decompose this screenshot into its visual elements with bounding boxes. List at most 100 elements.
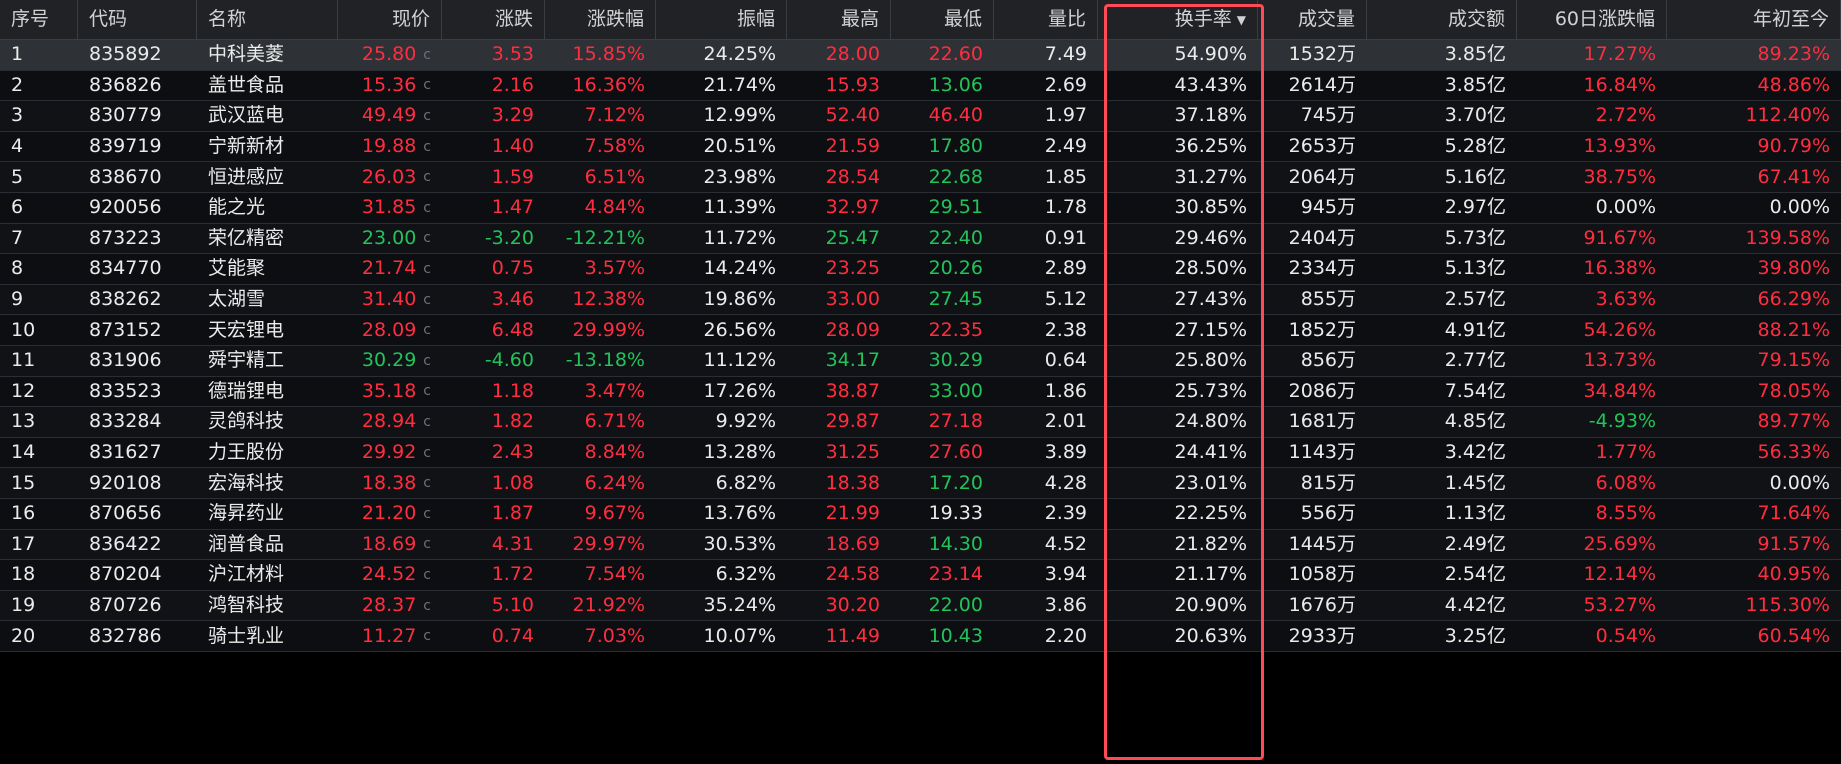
- table-row[interactable]: 3 830779 武汉蓝电 49.49 c 3.29 7.12% 12.99% 52.40 46.…: [0, 101, 1841, 132]
- cell-value: 28.50%: [1174, 257, 1247, 280]
- cell-value: 2.38: [1044, 318, 1087, 341]
- table-row[interactable]: 11 831906 舜宇精工 30.29 c -4.60 -13.18% 11.12% 34.1…: [0, 346, 1841, 377]
- cell-seq: 7: [0, 224, 78, 254]
- cell-value: 29.51: [928, 196, 983, 219]
- cell-price: 18.69 c: [338, 530, 442, 560]
- price-suffix: c: [423, 536, 431, 553]
- cell-value: 1.59: [491, 165, 534, 188]
- cell-value: 839719: [89, 135, 162, 158]
- cell-value: 21.92%: [572, 594, 645, 617]
- cell-value: 13: [11, 410, 36, 433]
- table-row[interactable]: 12 833523 德瑞锂电 35.18 c 1.18 3.47% 17.26% 38.87 33…: [0, 376, 1841, 408]
- table-row[interactable]: 2 836826 盖世食品 15.36 c 2.16 16.36% 21.74% 15.93 13…: [0, 70, 1841, 102]
- column-header-low[interactable]: 最低: [891, 0, 994, 39]
- cell-high: 28.00: [787, 40, 891, 70]
- cell-low: 27.45: [891, 285, 994, 315]
- cell-price: 31.40 c: [338, 285, 442, 315]
- cell-value: 53.27%: [1583, 594, 1656, 617]
- column-header-seq[interactable]: 序号: [0, 0, 78, 39]
- column-header-label: 涨跌: [494, 8, 533, 30]
- cell-chg: 1.47: [442, 193, 545, 223]
- cell-vol: 1058万: [1258, 560, 1367, 590]
- column-header-high[interactable]: 最高: [787, 0, 891, 39]
- cell-d60: 54.26%: [1517, 315, 1667, 345]
- cell-turn: 22.25%: [1098, 499, 1258, 529]
- cell-value: 3.53: [491, 43, 534, 66]
- table-row[interactable]: 5 838670 恒进感应 26.03 c 1.59 6.51% 23.98% 28.54 22.…: [0, 162, 1841, 193]
- table-row[interactable]: 8 834770 艾能聚 21.74 c 0.75 3.57% 14.24% 23.25 20.2…: [0, 254, 1841, 285]
- cell-value: 25.47: [825, 226, 880, 249]
- cell-seq: 18: [0, 560, 78, 590]
- column-header-amt[interactable]: 成交额: [1367, 0, 1517, 39]
- cell-value: 31.25: [825, 441, 880, 464]
- column-header-amp[interactable]: 振幅: [656, 0, 787, 39]
- cell-value: 6.82%: [715, 471, 776, 494]
- cell-value: 17.20: [928, 471, 983, 494]
- table-row[interactable]: 4 839719 宁新新材 19.88 c 1.40 7.58% 20.51% 21.59 17.…: [0, 131, 1841, 163]
- cell-value: 89.23%: [1757, 43, 1830, 66]
- cell-ytd: 112.40%: [1667, 101, 1841, 131]
- column-header-pct[interactable]: 涨跌幅: [545, 0, 656, 39]
- column-header-vol[interactable]: 成交量: [1258, 0, 1367, 39]
- table-row[interactable]: 17 836422 润普食品 18.69 c 4.31 29.97% 30.53% 18.69 1…: [0, 529, 1841, 561]
- cell-chg: 3.53: [442, 40, 545, 70]
- column-header-d60[interactable]: 60日涨跌幅: [1517, 0, 1667, 39]
- cell-value: 1058万: [1288, 563, 1356, 586]
- cell-vol: 2086万: [1258, 377, 1367, 407]
- cell-high: 11.49: [787, 621, 891, 651]
- cell-name: 宁新新材: [197, 132, 338, 162]
- cell-value: 2064万: [1288, 165, 1356, 188]
- table-row[interactable]: 14 831627 力王股份 29.92 c 2.43 8.84% 13.28% 31.25 27…: [0, 437, 1841, 469]
- cell-turn: 23.01%: [1098, 468, 1258, 498]
- cell-high: 24.58: [787, 560, 891, 590]
- table-row[interactable]: 15 920108 宏海科技 18.38 c 1.08 6.24% 6.82% 18.38 17.…: [0, 468, 1841, 499]
- cell-value: 46.40: [928, 104, 983, 127]
- column-header-label: 量比: [1047, 8, 1086, 30]
- cell-chg: 0.75: [442, 254, 545, 284]
- column-header-code[interactable]: 代码: [78, 0, 197, 39]
- cell-value: 43.43%: [1174, 73, 1247, 96]
- cell-low: 22.40: [891, 224, 994, 254]
- table-row[interactable]: 6 920056 能之光 31.85 c 1.47 4.84% 11.39% 32.97 29.5…: [0, 193, 1841, 224]
- table-row[interactable]: 16 870656 海昇药业 21.20 c 1.87 9.67% 13.76% 21.99 19…: [0, 499, 1841, 530]
- cell-amt: 7.54亿: [1367, 377, 1517, 407]
- table-row[interactable]: 13 833284 灵鸽科技 28.94 c 1.82 6.71% 9.92% 29.87 27.…: [0, 407, 1841, 438]
- column-header-turn[interactable]: 换手率 ▼: [1098, 0, 1258, 39]
- cell-seq: 4: [0, 132, 78, 162]
- cell-value: 9: [11, 288, 24, 311]
- column-header-ytd[interactable]: 年初至今: [1667, 0, 1841, 39]
- cell-price: 15.36 c: [338, 71, 442, 101]
- cell-value: 1445万: [1288, 532, 1356, 555]
- column-header-chg[interactable]: 涨跌: [442, 0, 545, 39]
- cell-value: 834770: [89, 257, 162, 280]
- column-header-name[interactable]: 名称: [197, 0, 338, 39]
- cell-value: 5.28亿: [1444, 135, 1506, 158]
- cell-seq: 8: [0, 254, 78, 284]
- cell-value: 25.80%: [1174, 349, 1247, 372]
- column-header-price[interactable]: 现价: [338, 0, 442, 39]
- cell-value: 武汉蓝电: [208, 104, 285, 127]
- cell-pct: 9.67%: [545, 499, 656, 529]
- cell-value: 能之光: [208, 196, 266, 219]
- cell-name: 沪江材料: [197, 560, 338, 590]
- table-row[interactable]: 7 873223 荣亿精密 23.00 c -3.20 -12.21% 11.72% 25.47…: [0, 223, 1841, 255]
- table-row[interactable]: 1 835892 中科美菱 25.80 c 3.53 15.85% 24.25% 28.00 22…: [0, 40, 1841, 71]
- table-row[interactable]: 19 870726 鸿智科技 28.37 c 5.10 21.92% 35.24% 30.20 2…: [0, 590, 1841, 622]
- cell-value: 18.38: [361, 471, 417, 494]
- cell-seq: 10: [0, 315, 78, 345]
- column-header-vr[interactable]: 量比: [994, 0, 1098, 39]
- table-row[interactable]: 20 832786 骑士乳业 11.27 c 0.74 7.03% 10.07% 11.49 10…: [0, 621, 1841, 652]
- table-row[interactable]: 18 870204 沪江材料 24.52 c 1.72 7.54% 6.32% 24.58 23.…: [0, 560, 1841, 591]
- cell-value: 66.29%: [1757, 288, 1830, 311]
- cell-value: 12.14%: [1583, 563, 1656, 586]
- cell-value: 26.03: [361, 165, 417, 188]
- cell-code: 832786: [78, 621, 197, 651]
- table-row[interactable]: 9 838262 太湖雪 31.40 c 3.46 12.38% 19.86% 33.00 27.…: [0, 284, 1841, 316]
- cell-ytd: 40.95%: [1667, 560, 1841, 590]
- table-row[interactable]: 10 873152 天宏锂电 28.09 c 6.48 29.99% 26.56% 28.09 2…: [0, 315, 1841, 346]
- cell-turn: 24.80%: [1098, 407, 1258, 437]
- cell-value: -4.60: [484, 349, 534, 372]
- cell-ytd: 39.80%: [1667, 254, 1841, 284]
- cell-value: 3.29: [491, 104, 534, 127]
- cell-pct: -12.21%: [545, 224, 656, 254]
